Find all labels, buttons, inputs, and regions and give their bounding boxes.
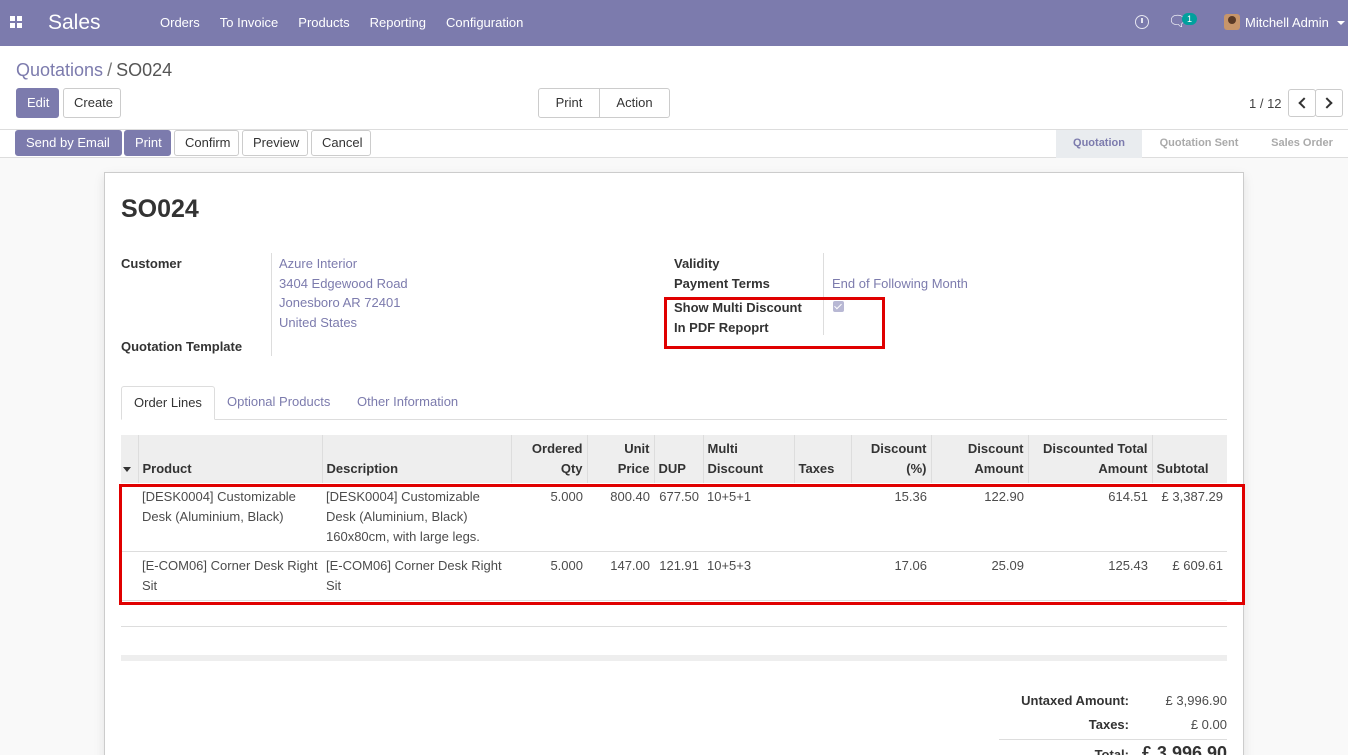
header-ordered-qty[interactable]: Ordered Qty <box>510 435 587 483</box>
stage-quotation-sent[interactable]: Quotation Sent <box>1145 130 1253 158</box>
action-dropdown[interactable]: Action <box>599 88 670 134</box>
chevron-right-icon <box>1321 97 1333 109</box>
header-line1: Discount <box>967 441 1024 456</box>
payment-terms-value[interactable]: End of Following Month <box>832 276 968 291</box>
record-title: SO024 <box>121 195 199 223</box>
menu-reporting[interactable]: Reporting <box>360 0 436 46</box>
highlight-box-multi-discount <box>664 297 885 349</box>
chat-badge: 1 <box>1182 13 1198 25</box>
divider <box>121 655 1227 661</box>
header-subtotal[interactable]: Subtotal <box>1151 435 1227 483</box>
header-subtotal-label: Subtotal <box>1156 461 1209 476</box>
divider <box>121 626 1227 627</box>
breadcrumb-quotations[interactable]: Quotations <box>16 60 103 80</box>
pager-value[interactable]: 1 / 12 <box>1249 96 1282 111</box>
user-avatar[interactable] <box>1224 14 1240 30</box>
customer-label: Customer <box>121 256 182 271</box>
customer-name[interactable]: Azure Interior <box>279 256 357 271</box>
preview-button[interactable]: Preview <box>242 130 308 156</box>
taxes-label: Taxes: <box>1088 717 1129 732</box>
untaxed-amount-value: £ 3,996.90 <box>1165 693 1227 708</box>
header-line2: Discount <box>707 461 764 476</box>
menu-to-invoice[interactable]: To Invoice <box>210 0 289 46</box>
pager-previous-button[interactable] <box>1288 89 1316 117</box>
highlight-box-order-lines <box>119 484 1245 605</box>
field-divider <box>271 253 272 356</box>
untaxed-amount-label: Untaxed Amount: <box>1021 693 1129 708</box>
pager-next-button[interactable] <box>1315 89 1343 117</box>
caret-down-icon <box>123 467 131 473</box>
header-dup-label: DUP <box>658 461 686 476</box>
header-line2: Amount <box>974 461 1024 476</box>
menu-configuration[interactable]: Configuration <box>436 0 533 46</box>
menu-products[interactable]: Products <box>288 0 359 46</box>
header-multi-discount[interactable]: Multi Discount <box>702 435 794 483</box>
header-unit-price[interactable]: Unit Price <box>586 435 654 483</box>
header-discount-amount[interactable]: Discount Amount <box>930 435 1028 483</box>
customer-city[interactable]: Jonesboro AR 72401 <box>279 295 400 310</box>
total-value: £ 3,996.90 <box>1141 743 1227 755</box>
menu-orders[interactable]: Orders <box>150 0 210 46</box>
header-line1: Ordered <box>531 441 583 456</box>
print-dropdown-label: Print <box>555 95 583 110</box>
totals-divider <box>999 739 1227 740</box>
header-product[interactable]: Product <box>137 435 322 483</box>
header-taxes-label: Taxes <box>798 461 835 476</box>
table-header-row: Product Description Ordered Qty Unit Price… <box>121 435 1227 483</box>
header-dup[interactable]: DUP <box>653 435 703 483</box>
breadcrumb-current: SO024 <box>116 60 173 80</box>
quotation-template-label: Quotation Template <box>121 339 243 354</box>
taxes-value: £ 0.00 <box>1190 717 1227 732</box>
confirm-button[interactable]: Confirm <box>174 130 239 156</box>
notebook-tabs: Order Lines Optional Products Other Info… <box>121 386 1227 420</box>
header-description[interactable]: Description <box>321 435 511 483</box>
control-panel: Quotations / SO024 Edit Create Print Actio… <box>0 46 1348 134</box>
cancel-button[interactable]: Cancel <box>311 130 371 156</box>
print-button[interactable]: Print <box>124 130 171 156</box>
header-line2: Price <box>617 461 650 476</box>
print-dropdown[interactable]: Print <box>538 88 600 134</box>
action-dropdown-label: Action <box>616 95 653 110</box>
header-taxes[interactable]: Taxes <box>793 435 851 483</box>
breadcrumb: Quotations / SO024 <box>16 60 172 81</box>
customer-country[interactable]: United States <box>279 315 357 330</box>
app-name[interactable]: Sales <box>48 11 101 35</box>
header-line2: Qty <box>560 461 583 476</box>
header-line1: Discounted Total <box>1043 441 1148 456</box>
stage-quotation[interactable]: Quotation <box>1056 130 1142 158</box>
total-label: Total: <box>1094 747 1129 755</box>
header-line2: (%) <box>906 461 927 476</box>
header-discounted-total[interactable]: Discounted Total Amount <box>1027 435 1152 483</box>
header-discount-pct[interactable]: Discount (%) <box>850 435 931 483</box>
send-by-email-button[interactable]: Send by Email <box>15 130 122 156</box>
status-bar: Send by Email Print Confirm Preview Canc… <box>0 130 1348 158</box>
payment-terms-label: Payment Terms <box>674 276 770 291</box>
header-product-label: Product <box>142 461 192 476</box>
stage-sales-order[interactable]: Sales Order <box>1258 130 1346 158</box>
top-navbar: Sales Orders To Invoice Products Reporti… <box>0 0 1348 46</box>
header-line1: Discount <box>870 441 927 456</box>
chevron-left-icon <box>1298 97 1310 109</box>
activity-clock-icon[interactable] <box>1135 15 1149 29</box>
user-name[interactable]: Mitchell Admin <box>1245 15 1329 30</box>
breadcrumb-separator: / <box>107 60 113 80</box>
validity-label: Validity <box>674 256 720 271</box>
form-sheet: SO024 Customer Azure Interior 3404 Edgew… <box>104 172 1245 755</box>
customer-street[interactable]: 3404 Edgewood Road <box>279 276 408 291</box>
header-line2: Amount <box>1098 461 1148 476</box>
tab-order-lines[interactable]: Order Lines <box>121 386 215 420</box>
header-description-label: Description <box>326 461 399 476</box>
header-line1: Multi <box>707 441 738 456</box>
user-caret-icon[interactable] <box>1337 21 1345 25</box>
header-line1: Unit <box>624 441 650 456</box>
main-menu: Orders To Invoice Products Reporting Con… <box>150 0 533 46</box>
tab-optional-products[interactable]: Optional Products <box>215 386 342 420</box>
sort-column[interactable] <box>121 435 138 483</box>
edit-button[interactable]: Edit <box>16 88 59 118</box>
tab-other-information[interactable]: Other Information <box>345 386 470 420</box>
create-button[interactable]: Create <box>63 88 121 118</box>
apps-menu-icon[interactable] <box>10 16 23 29</box>
